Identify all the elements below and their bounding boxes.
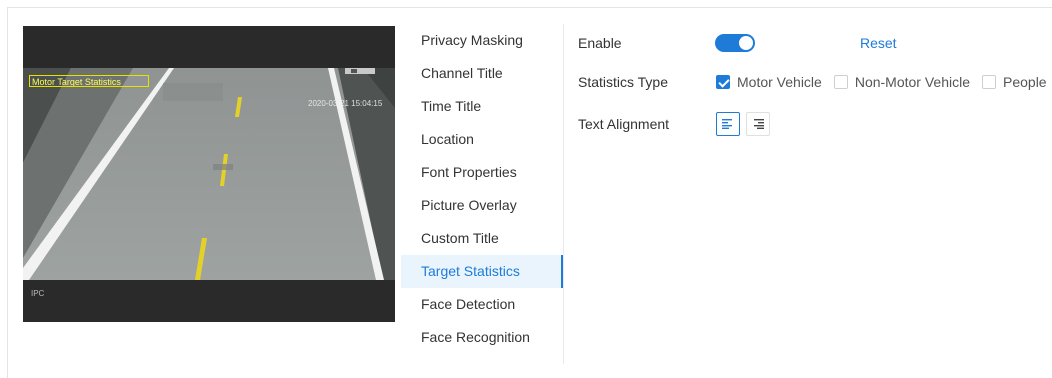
menu-item-target-statistics[interactable]: Target Statistics <box>401 255 563 288</box>
motor-vehicle-checkbox[interactable] <box>716 75 730 89</box>
menu-item-font-properties[interactable]: Font Properties <box>401 156 563 189</box>
enable-toggle[interactable] <box>715 34 755 52</box>
alignment-buttons <box>716 112 776 136</box>
people-checkbox[interactable] <box>982 75 996 89</box>
text-alignment-label: Text Alignment <box>578 116 670 132</box>
menu-item-privacy-masking[interactable]: Privacy Masking <box>401 24 563 57</box>
align-right-icon <box>754 119 764 129</box>
menu-item-face-recognition[interactable]: Face Recognition <box>401 321 563 354</box>
non-motor-vehicle-label[interactable]: Non-Motor Vehicle <box>855 70 970 94</box>
menu-item-location[interactable]: Location <box>401 123 563 156</box>
statistics-type-options: Motor Vehicle Non-Motor Vehicle People <box>716 70 1052 94</box>
osd-time-text: 2020-03-21 15:04:15 <box>308 99 383 108</box>
menu-item-time-title[interactable]: Time Title <box>401 90 563 123</box>
people-label[interactable]: People <box>1003 70 1047 94</box>
menu-item-picture-overlay[interactable]: Picture Overlay <box>401 189 563 222</box>
align-left-icon <box>722 119 732 129</box>
enable-label: Enable <box>578 35 622 51</box>
non-motor-vehicle-checkbox[interactable] <box>833 75 848 89</box>
osd-channel-text: IPC <box>31 289 45 298</box>
align-left-button[interactable] <box>716 112 740 136</box>
overlay-menu: Privacy Masking Channel Title Time Title… <box>401 24 564 364</box>
reset-link[interactable]: Reset <box>860 31 897 55</box>
menu-item-custom-title[interactable]: Custom Title <box>401 222 563 255</box>
osd-statistics-box[interactable]: Motor Target Statistics <box>29 75 149 87</box>
motor-vehicle-label[interactable]: Motor Vehicle <box>737 70 822 94</box>
menu-item-channel-title[interactable]: Channel Title <box>401 57 563 90</box>
statistics-type-label: Statistics Type <box>578 74 669 90</box>
align-right-button[interactable] <box>746 112 770 136</box>
video-preview: Motor Target Statistics 2020-03-21 15:04… <box>23 26 395 322</box>
menu-item-face-detection[interactable]: Face Detection <box>401 288 563 321</box>
